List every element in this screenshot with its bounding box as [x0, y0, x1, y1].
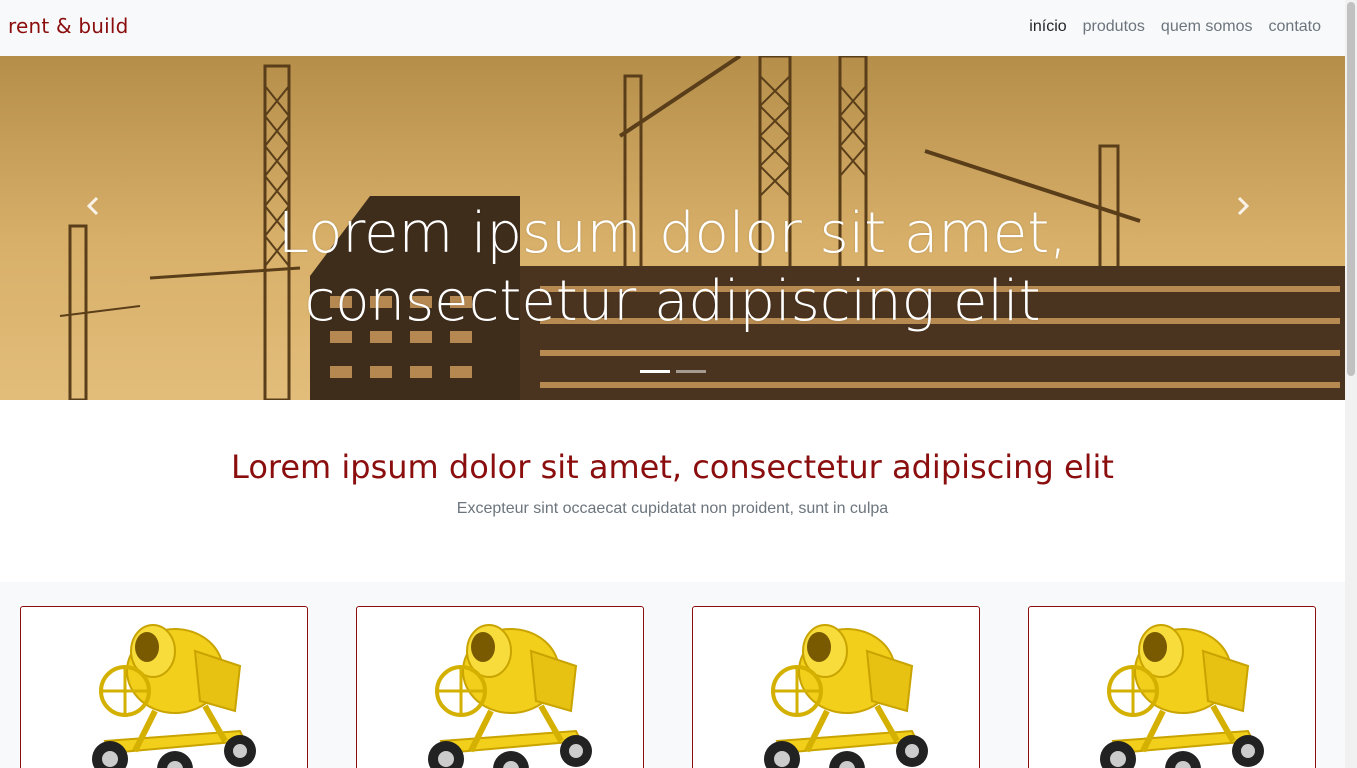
hero-carousel: Lorem ipsum dolor sit amet, consectetur … [0, 56, 1345, 400]
cement-mixer-image [737, 611, 937, 768]
navbar: rent & build início produtos quem somos … [0, 0, 1345, 56]
product-card[interactable] [356, 606, 644, 768]
products-section [0, 582, 1345, 768]
cement-mixer-image [1073, 611, 1273, 768]
cement-mixer-image [401, 611, 601, 768]
cement-mixer-image [65, 611, 265, 768]
product-card[interactable] [692, 606, 980, 768]
carousel-indicators [0, 370, 1345, 373]
nav-link-quem-somos[interactable]: quem somos [1161, 18, 1253, 36]
nav-link-inicio[interactable]: início [1029, 18, 1066, 36]
carousel-indicator-2[interactable] [675, 370, 706, 373]
carousel-prev-button[interactable] [73, 186, 113, 226]
intro-title: Lorem ipsum dolor sit amet, consectetur … [231, 448, 1114, 486]
chevron-right-icon [1237, 196, 1250, 216]
hero-caption: Lorem ipsum dolor sit amet, consectetur … [160, 200, 1185, 336]
product-card[interactable] [1028, 606, 1316, 768]
hero-caption-line2: consectetur adipiscing elit [304, 269, 1041, 334]
nav-link-produtos[interactable]: produtos [1083, 18, 1145, 36]
brand-logo[interactable]: rent & build [8, 14, 129, 38]
carousel-next-button[interactable] [1223, 186, 1263, 226]
page-scrollbar[interactable] [1345, 0, 1357, 768]
hero-caption-line1: Lorem ipsum dolor sit amet, [277, 201, 1068, 266]
product-card[interactable] [20, 606, 308, 768]
intro-subtitle: Excepteur sint occaecat cupidatat non pr… [456, 500, 889, 517]
nav-link-contato[interactable]: contato [1269, 18, 1321, 36]
main-nav: início produtos quem somos contato [1029, 18, 1321, 36]
carousel-indicator-1[interactable] [639, 370, 670, 373]
chevron-left-icon [86, 196, 99, 216]
scrollbar-thumb[interactable] [1347, 2, 1355, 376]
intro-section: Lorem ipsum dolor sit amet, consectetur … [0, 400, 1345, 582]
